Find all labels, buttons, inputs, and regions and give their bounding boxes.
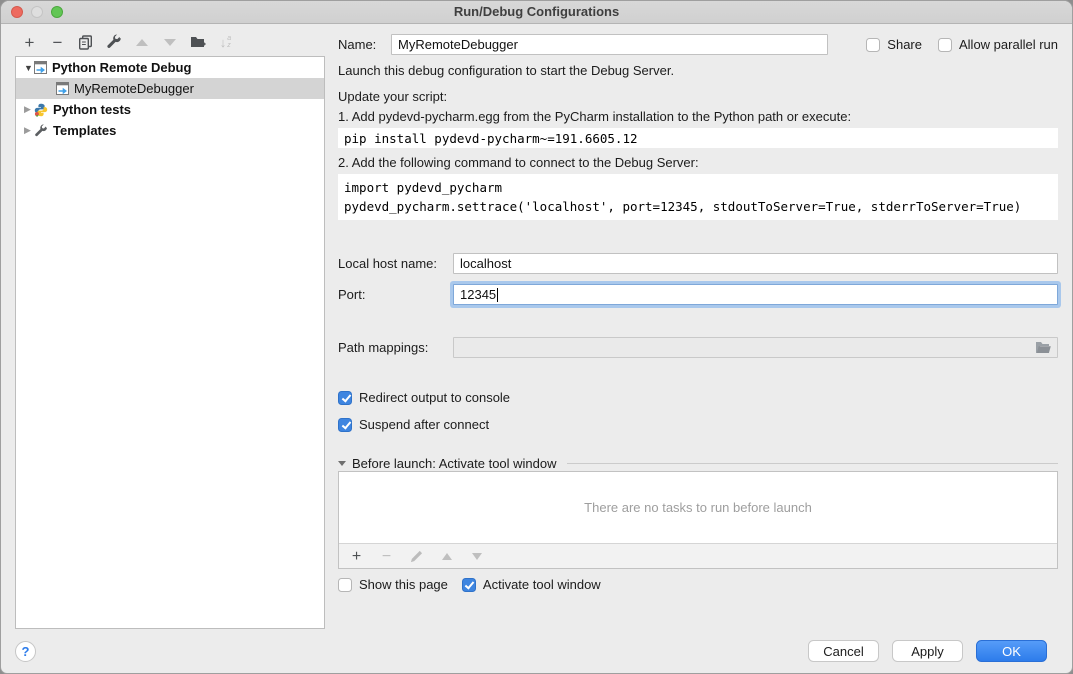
local-host-name-input[interactable] [453,253,1058,274]
show-this-page-label: Show this page [359,577,448,592]
name-label: Name: [338,37,391,52]
activate-tool-window-checkbox[interactable]: Activate tool window [462,577,601,592]
empty-tasks-message: There are no tasks to run before launch [584,500,812,515]
dialog-buttons: Cancel Apply OK [808,640,1047,662]
checkbox-box[interactable] [338,578,352,592]
help-icon: ? [22,644,30,659]
settrace-code: import pydevd_pycharm pydevd_pycharm.set… [338,174,1058,220]
before-launch-task-panel: There are no tasks to run before launch … [338,471,1058,569]
help-button[interactable]: ? [15,641,36,662]
checkbox-box[interactable] [338,418,352,432]
move-task-down-icon[interactable] [468,548,485,565]
settrace-code-line1: import pydevd_pycharm [344,178,1052,197]
sort-alphabetically-icon[interactable]: ↓az [217,34,234,51]
tree-item-templates[interactable]: ▶ Templates [16,120,324,141]
add-task-icon[interactable]: + [348,548,365,565]
local-host-name-label: Local host name: [338,256,437,271]
checkbox-box[interactable] [866,38,880,52]
copy-icon[interactable] [77,34,94,51]
run-debug-configurations-dialog: Run/Debug Configurations + − ↓az ▼ Pytho… [0,0,1073,674]
port-label: Port: [338,287,365,302]
activate-tool-window-label: Activate tool window [483,577,601,592]
header-divider [567,463,1058,464]
move-down-icon[interactable] [161,34,178,51]
tree-item-label: Python Remote Debug [52,60,191,75]
tree-item-myremotedebugger[interactable]: MyRemoteDebugger [16,78,324,99]
chevron-right-icon[interactable]: ▶ [24,125,34,136]
edit-templates-icon[interactable] [105,34,122,51]
text-caret [497,288,498,302]
ok-button[interactable]: OK [976,640,1047,662]
suspend-after-connect-label: Suspend after connect [359,417,489,432]
before-launch-title: Before launch: Activate tool window [352,456,557,471]
chevron-down-icon[interactable]: ▼ [24,63,34,73]
remote-debug-icon [56,82,69,95]
configurations-tree: ▼ Python Remote Debug MyRemoteDebugger ▶… [15,56,325,629]
share-checkbox[interactable]: Share [866,37,922,52]
port-value: 12345 [460,287,496,302]
tree-item-label: MyRemoteDebugger [74,81,194,96]
tree-item-label: Templates [53,123,116,138]
move-task-up-icon[interactable] [438,548,455,565]
suspend-after-connect-checkbox[interactable]: Suspend after connect [338,417,1058,432]
allow-parallel-run-checkbox[interactable]: Allow parallel run [938,37,1058,52]
apply-button[interactable]: Apply [892,640,963,662]
tree-item-label: Python tests [53,102,131,117]
edit-task-icon[interactable] [408,548,425,565]
path-mappings-label: Path mappings: [338,340,428,355]
browse-folder-icon[interactable] [1035,341,1051,354]
step1-text: 1. Add pydevd-pycharm.egg from the PyCha… [338,109,1058,124]
cancel-button[interactable]: Cancel [808,640,879,662]
settrace-code-line2: pydevd_pycharm.settrace('localhost', por… [344,197,1052,216]
allow-parallel-run-label: Allow parallel run [959,37,1058,52]
remote-debug-icon [34,61,47,74]
checkbox-box[interactable] [938,38,952,52]
remove-task-icon[interactable]: − [378,548,395,565]
step2-text: 2. Add the following command to connect … [338,155,1058,170]
path-mappings-input[interactable] [453,337,1058,358]
tree-item-python-remote-debug[interactable]: ▼ Python Remote Debug [16,57,324,78]
new-folder-icon[interactable] [189,34,206,51]
update-script-text: Update your script: [338,89,1058,104]
intro-text: Launch this debug configuration to start… [338,63,1058,78]
chevron-right-icon[interactable]: ▶ [24,104,34,115]
wrench-icon [34,124,48,138]
move-up-icon[interactable] [133,34,150,51]
title-bar: Run/Debug Configurations [1,1,1072,24]
redirect-output-label: Redirect output to console [359,390,510,405]
remove-icon[interactable]: − [49,34,66,51]
window-title: Run/Debug Configurations [1,4,1072,19]
before-launch-header[interactable]: Before launch: Activate tool window [338,456,1058,471]
checkbox-box[interactable] [338,391,352,405]
configurations-toolbar: + − ↓az [15,29,325,55]
task-toolbar: + − [339,544,1057,568]
configuration-form: Name: Share Allow parallel run Launch th… [338,34,1058,630]
show-this-page-checkbox[interactable]: Show this page [338,577,448,592]
share-label: Share [887,37,922,52]
add-icon[interactable]: + [21,34,38,51]
python-tests-icon [34,103,48,117]
name-input[interactable] [391,34,828,55]
tree-item-python-tests[interactable]: ▶ Python tests [16,99,324,120]
checkbox-box[interactable] [462,578,476,592]
task-list[interactable]: There are no tasks to run before launch [339,472,1057,544]
redirect-output-checkbox[interactable]: Redirect output to console [338,390,1058,405]
collapse-triangle-icon[interactable] [338,461,346,466]
port-input[interactable]: 12345 [453,284,1058,305]
pip-install-code: pip install pydevd-pycharm~=191.6605.12 [338,128,1058,148]
